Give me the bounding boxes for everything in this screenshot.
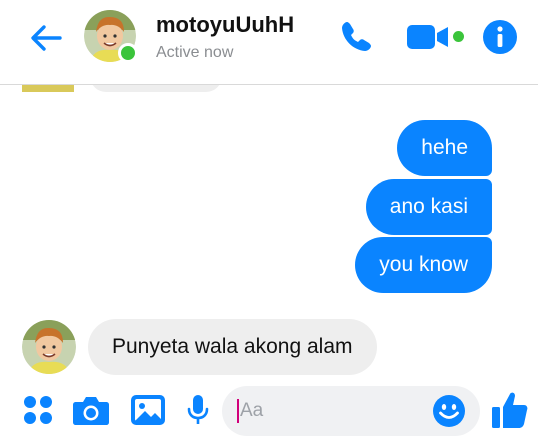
active-status-text: Active now bbox=[156, 44, 234, 61]
camera-icon[interactable] bbox=[72, 394, 110, 426]
contact-name[interactable]: motoyuUuhH bbox=[156, 12, 294, 38]
outgoing-message[interactable]: ano kasi bbox=[365, 179, 492, 235]
message-input-placeholder: Aa bbox=[240, 400, 264, 421]
back-arrow-icon[interactable] bbox=[28, 22, 64, 54]
thumbs-up-icon[interactable] bbox=[490, 390, 530, 430]
info-icon[interactable] bbox=[482, 19, 518, 55]
chat-screen: motoyuUuhH Active now hehe ano kasi you … bbox=[0, 0, 538, 442]
apps-icon[interactable] bbox=[22, 394, 54, 426]
outgoing-message[interactable]: you know bbox=[355, 237, 492, 293]
conversation-header: motoyuUuhH Active now bbox=[0, 0, 538, 85]
active-status-dot bbox=[118, 43, 138, 63]
gallery-icon[interactable] bbox=[130, 394, 166, 426]
sender-avatar-image bbox=[22, 320, 76, 374]
microphone-icon[interactable] bbox=[186, 394, 210, 426]
video-active-dot bbox=[453, 31, 464, 42]
text-cursor bbox=[237, 399, 239, 423]
video-camera-icon[interactable] bbox=[406, 22, 450, 52]
message-input[interactable]: Aa bbox=[222, 386, 480, 436]
contact-avatar[interactable] bbox=[84, 10, 138, 63]
message-composer: Aa bbox=[0, 380, 538, 442]
phone-icon[interactable] bbox=[338, 19, 374, 55]
emoji-icon[interactable] bbox=[432, 394, 466, 428]
sender-avatar[interactable] bbox=[22, 320, 76, 374]
incoming-message[interactable]: Punyeta wala akong alam bbox=[88, 319, 377, 375]
outgoing-message[interactable]: hehe bbox=[397, 120, 492, 176]
